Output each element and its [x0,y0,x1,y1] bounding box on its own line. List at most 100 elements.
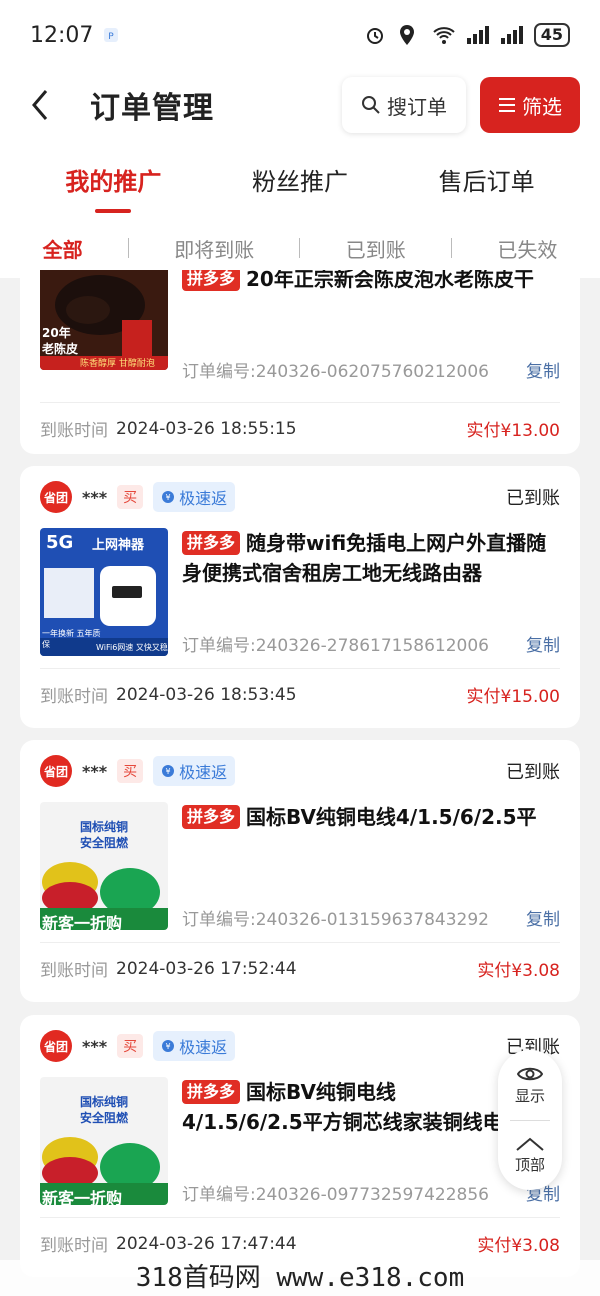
order-number: 订单编号:240326-013159637843292 [182,910,489,930]
product-title: 拼多多 随身带wifi免插电上网户外直播随身便携式宿舍租房工地无线路由器 [182,528,560,588]
divider [299,238,301,258]
subtab-all[interactable]: 全部 [43,234,83,263]
thumb-caption: 国标纯铜 [80,820,129,834]
subtab-credited[interactable]: 已到账 [346,234,406,263]
thumb-caption: 安全阻燃 [80,836,129,850]
nav-bar: 订单管理 搜订单 筛选 [0,70,600,140]
order-card[interactable]: 20年 老陈皮 陈香醇厚 甘醇耐泡 拼多多 20年正宗新会陈皮泡水老陈皮干 订单编… [20,270,580,454]
svg-text:¥: ¥ [166,767,171,776]
signal-icon [466,24,489,46]
search-order-button[interactable]: 搜订单 [342,77,466,133]
fast-rebate-tag: ¥ 极速返 [153,756,236,786]
platform-badge: 拼多多 [182,270,241,291]
credited-time: 2024-03-26 18:55:15 [116,418,297,439]
paid-amount: 实付¥13.00 [466,421,560,441]
divider [451,238,453,258]
platform-badge: 拼多多 [182,531,241,555]
time-label: 到账时间 [40,421,108,441]
rebate-icon: ¥ [162,765,175,777]
svg-text:¥: ¥ [166,493,171,502]
thumb-caption: 国标纯铜 [80,1095,129,1109]
order-status: 已到账 [506,488,560,509]
signal-icon-2 [500,24,523,46]
thumb-caption: 一年换新 五年质保 [42,629,101,649]
copy-button[interactable]: 复制 [526,357,560,382]
tab-after-sales[interactable]: 售后订单 [439,152,535,207]
platform-badge: 拼多多 [182,805,241,829]
buyer-name: *** [82,761,108,781]
thumb-caption: 老陈皮 [42,342,79,356]
search-icon [362,96,380,114]
time-label: 到账时间 [40,687,108,707]
tab-fan-promotion[interactable]: 粉丝推广 [252,152,348,207]
floating-panel: 显示 顶部 [498,1050,562,1190]
watermark: 318首码网 www.e318.com [0,1260,600,1296]
rebate-icon: ¥ [162,1040,175,1052]
chevron-up-icon [516,1137,544,1151]
thumb-caption: 上网神器 [92,538,145,553]
show-label: 显示 [514,1087,545,1106]
subtab-pending[interactable]: 即将到账 [174,234,254,263]
product-title: 拼多多 国标BV纯铜电线4/1.5/6/2.5平 [182,802,560,832]
shop-logo: 省团 [40,755,72,787]
thumb-caption: 20年 [42,326,71,340]
order-status: 已到账 [506,762,560,783]
search-label: 搜订单 [387,94,447,119]
show-button[interactable]: 显示 [515,1065,545,1106]
chevron-left-icon [32,90,48,120]
time-label: 到账时间 [40,1236,108,1256]
order-number: 订单编号:240326-278617158612006 [182,636,489,656]
buy-tag: 买 [117,485,144,509]
buy-tag: 买 [117,1034,144,1058]
credited-time: 2024-03-26 17:47:44 [116,1233,297,1254]
fast-rebate-label: 极速返 [179,489,228,508]
buyer-name: *** [82,1036,108,1056]
tab-my-promotion[interactable]: 我的推广 [65,152,161,213]
shop-logo: 省团 [40,1030,72,1062]
thumb-caption: 新客一折购 [42,914,123,930]
thumb-caption: 新客一折购 [42,1189,123,1205]
thumb-caption: WiFi6网速 又快又稳 [96,643,168,652]
product-thumbnail: 国标纯铜 安全阻燃 新客一折购 [40,802,168,930]
fast-rebate-label: 极速返 [179,1038,228,1057]
svg-text:P: P [109,32,115,42]
alarm-icon [364,24,386,46]
copy-button[interactable]: 复制 [526,905,560,930]
back-to-top-button[interactable]: 顶部 [515,1136,545,1175]
back-button[interactable] [20,85,60,125]
divider [510,1120,550,1122]
copy-button[interactable]: 复制 [526,631,560,656]
paid-amount: 实付¥3.08 [477,1236,560,1256]
status-time: 12:07 [30,22,94,48]
product-thumbnail: 5G 上网神器 一年换新 五年质保 WiFi6网速 又快又稳 [40,528,168,656]
fast-rebate-tag: ¥ 极速返 [153,1031,236,1061]
order-card[interactable]: 省团 *** 买 ¥ 极速返 已到账 国标纯铜 安全阻燃 新客一折购 拼多多 国… [20,740,580,1002]
product-thumbnail: 国标纯铜 安全阻燃 新客一折购 [40,1077,168,1205]
fast-rebate-label: 极速返 [179,763,228,782]
paid-amount: 实付¥15.00 [466,687,560,707]
filter-button[interactable]: 筛选 [480,77,580,133]
buy-tag: 买 [117,759,144,783]
platform-badge: 拼多多 [182,1080,241,1104]
product-thumbnail: 20年 老陈皮 陈香醇厚 甘醇耐泡 [40,270,168,370]
order-number: 订单编号:240326-062075760212006 [182,362,489,382]
credited-time: 2024-03-26 17:52:44 [116,958,297,979]
divider [127,238,129,258]
wifi-icon [432,24,455,46]
product-title: 拼多多 20年正宗新会陈皮泡水老陈皮干 [182,270,560,294]
eye-icon [516,1067,543,1081]
order-card[interactable]: 省团 *** 买 ¥ 极速返 已到账 国标纯铜 安全阻燃 新客一折购 拼多多 国… [20,1015,580,1277]
subtab-invalid[interactable]: 已失效 [497,234,557,263]
location-icon [398,24,420,46]
order-number: 订单编号:240326-097732597422856 [182,1185,489,1205]
product-title-text: 国标BV纯铜电线4/1.5/6/2.5平 [246,805,537,829]
filter-label: 筛选 [522,94,562,119]
thumb-caption: 安全阻燃 [80,1111,129,1125]
battery-level: 45 [533,23,570,47]
thumb-caption: 陈香醇厚 甘醇耐泡 [80,359,155,369]
svg-text:¥: ¥ [166,1042,171,1051]
order-card[interactable]: 省团 *** 买 ¥ 极速返 已到账 5G 上网神器 一年换新 五年质保 WiF… [20,466,580,728]
credited-time: 2024-03-26 18:53:45 [116,684,297,705]
paid-amount: 实付¥3.08 [477,961,560,981]
status-bar: 12:07 P 45 [0,0,600,70]
